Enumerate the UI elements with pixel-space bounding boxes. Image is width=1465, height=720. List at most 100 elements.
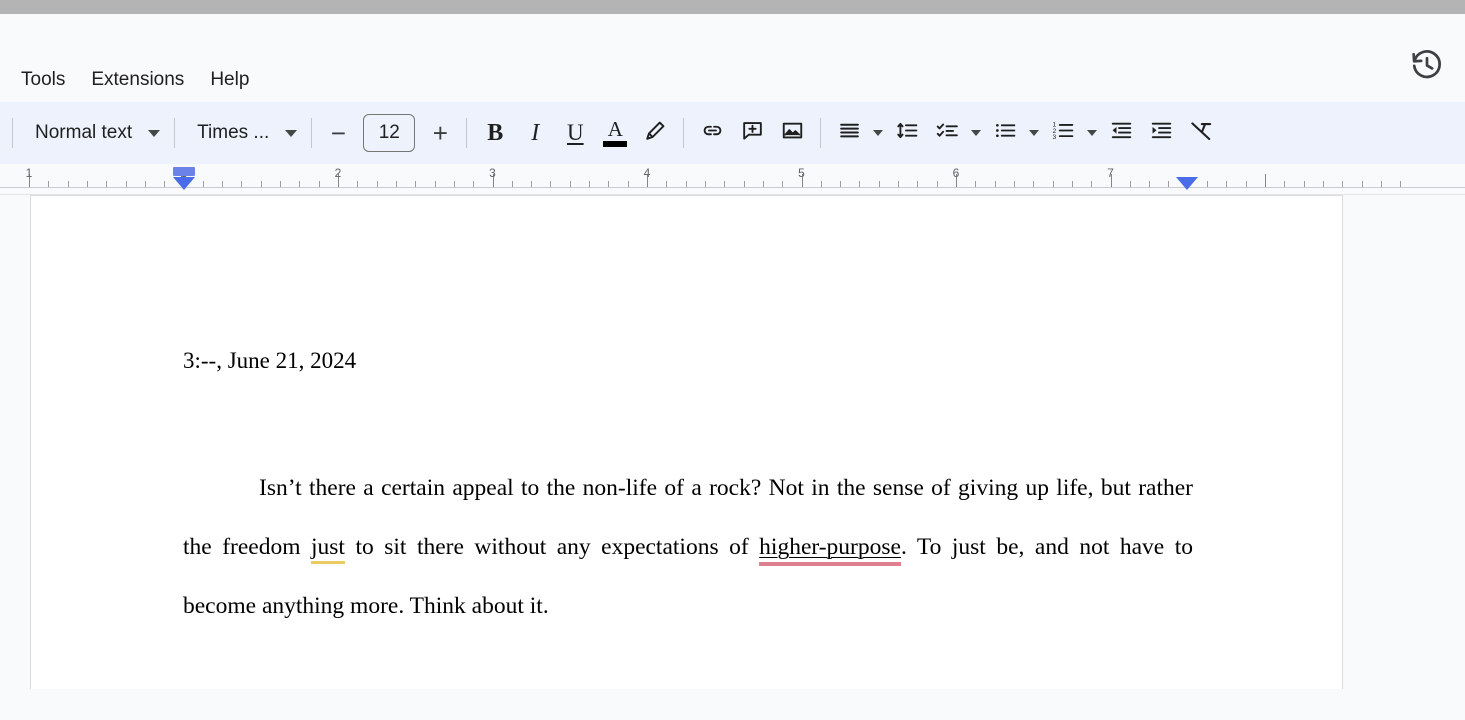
chevron-down-icon — [285, 129, 298, 137]
ruler-minor-tick — [859, 181, 861, 187]
ruler-minor-tick — [473, 181, 475, 187]
yellow-underlined-word[interactable]: just — [311, 534, 345, 564]
ruler-minor-tick — [511, 181, 513, 187]
ruler-minor-tick — [202, 181, 204, 187]
toolbar-divider — [12, 118, 13, 148]
checklist-button[interactable] — [927, 113, 967, 153]
first-line-indent-handle[interactable] — [173, 167, 195, 176]
italic-button[interactable]: I — [515, 113, 555, 153]
left-margin-triangle-icon[interactable] — [173, 177, 195, 190]
ruler-minor-tick — [762, 181, 764, 187]
version-history-button[interactable] — [1399, 39, 1455, 95]
ruler-label: 6 — [952, 166, 960, 180]
ruler-minor-tick — [1361, 181, 1363, 187]
ruler-minor-tick — [357, 181, 359, 187]
font-family-dropdown[interactable]: Times ... — [183, 113, 303, 153]
ruler-label: 2 — [334, 166, 342, 180]
align-left-icon — [837, 118, 862, 148]
bulleted-list-dropdown-button[interactable] — [1025, 113, 1043, 153]
ruler-label: 4 — [643, 166, 651, 180]
checklist-dropdown-button[interactable] — [967, 113, 985, 153]
align-button[interactable] — [829, 113, 869, 153]
pink-underlined-phrase[interactable]: higher-purpose — [759, 534, 901, 566]
line-spacing-icon — [895, 118, 920, 148]
ruler-minor-tick — [299, 181, 301, 187]
document-canvas[interactable]: 3:--, June 21, 2024 Isn’t there a certai… — [0, 195, 1465, 689]
add-comment-button[interactable] — [732, 113, 772, 153]
ruler-minor-tick — [106, 181, 108, 187]
ruler-minor-tick — [1168, 181, 1170, 187]
insert-link-button[interactable] — [692, 113, 732, 153]
ruler-minor-tick — [975, 181, 977, 187]
ruler-minor-tick — [589, 181, 591, 187]
bold-button[interactable]: B — [475, 113, 515, 153]
ruler-minor-tick — [1033, 181, 1035, 187]
numbered-list-icon: 1 2 3 — [1051, 118, 1076, 148]
ruler-minor-tick — [1091, 181, 1093, 187]
toolbar-divider — [466, 118, 468, 148]
align-dropdown-button[interactable] — [869, 113, 887, 153]
checklist-icon — [935, 118, 960, 148]
numbered-list-button[interactable]: 1 2 3 — [1043, 113, 1083, 153]
increase-indent-button[interactable] — [1141, 113, 1181, 153]
ruler-minor-tick — [241, 181, 243, 187]
document-page[interactable]: 3:--, June 21, 2024 Isn’t there a certai… — [30, 195, 1343, 689]
decrease-font-size-button[interactable]: − — [320, 115, 356, 151]
ruler-minor-tick — [627, 181, 629, 187]
ruler-minor-tick — [1129, 181, 1131, 187]
menu-item-list: Tools Extensions Help — [0, 62, 262, 98]
clear-formatting-button[interactable] — [1181, 113, 1221, 153]
chevron-down-icon — [1087, 130, 1098, 136]
text-color-button[interactable]: A — [595, 113, 635, 153]
ruler-label: 5 — [798, 166, 805, 180]
bulleted-list-icon — [993, 118, 1018, 148]
line-spacing-button[interactable] — [887, 113, 927, 153]
bulleted-list-button[interactable] — [985, 113, 1025, 153]
right-margin-triangle-icon[interactable] — [1176, 177, 1198, 190]
document-ruler[interactable]: 11234567 — [0, 164, 1465, 195]
ruler-minor-tick — [376, 181, 378, 187]
ruler-minor-tick — [453, 181, 455, 187]
highlight-color-button[interactable] — [635, 113, 675, 153]
underline-button[interactable]: U — [555, 113, 595, 153]
ruler-minor-tick — [1149, 181, 1151, 187]
ruler-minor-tick — [415, 181, 417, 187]
ruler-minor-tick — [144, 181, 146, 187]
clear-formatting-icon — [1188, 118, 1214, 149]
font-size-input[interactable]: 12 — [363, 114, 416, 152]
menu-help[interactable]: Help — [197, 62, 262, 98]
document-paragraph[interactable]: Isn’t there a certain appeal to the non-… — [183, 459, 1193, 636]
ruler-minor-tick — [222, 181, 224, 187]
numbered-list-dropdown-button[interactable] — [1083, 113, 1101, 153]
right-indent-marker[interactable] — [1176, 177, 1198, 190]
toolbar-divider — [174, 118, 176, 148]
paragraph-text-part-2: to sit there without any expectations of — [344, 534, 760, 560]
document-date-line[interactable]: 3:--, June 21, 2024 — [183, 348, 356, 374]
ruler-minor-tick — [86, 181, 88, 187]
ruler-label: 7 — [1107, 166, 1114, 180]
insert-image-button[interactable] — [772, 113, 812, 153]
menu-extensions[interactable]: Extensions — [78, 62, 197, 98]
decrease-indent-button[interactable] — [1101, 113, 1141, 153]
font-family-label: Times ... — [197, 122, 270, 143]
left-indent-marker[interactable] — [173, 167, 195, 190]
ruler-minor-tick — [48, 181, 50, 187]
menu-tools[interactable]: Tools — [8, 62, 78, 98]
ruler-minor-tick — [724, 181, 726, 187]
ruler-minor-tick — [1207, 181, 1209, 187]
ruler-minor-tick — [743, 181, 745, 187]
ruler-minor-tick — [666, 181, 668, 187]
ruler-minor-tick — [608, 181, 610, 187]
insert-link-icon — [700, 118, 725, 148]
ruler-minor-tick — [260, 181, 262, 187]
svg-text:3: 3 — [1052, 134, 1056, 141]
ruler-minor-tick — [704, 181, 706, 187]
ruler-minor-tick — [1380, 181, 1382, 187]
ruler-minor-tick — [878, 181, 880, 187]
formatting-toolbar: Normal text Times ... − 12 + B I U A 1 2… — [0, 102, 1465, 164]
increase-font-size-button[interactable]: + — [422, 115, 458, 151]
paragraph-style-dropdown[interactable]: Normal text — [21, 113, 166, 153]
ruler-minor-tick — [531, 181, 533, 187]
ruler-minor-tick — [164, 181, 166, 187]
text-color-icon: A — [603, 118, 628, 147]
